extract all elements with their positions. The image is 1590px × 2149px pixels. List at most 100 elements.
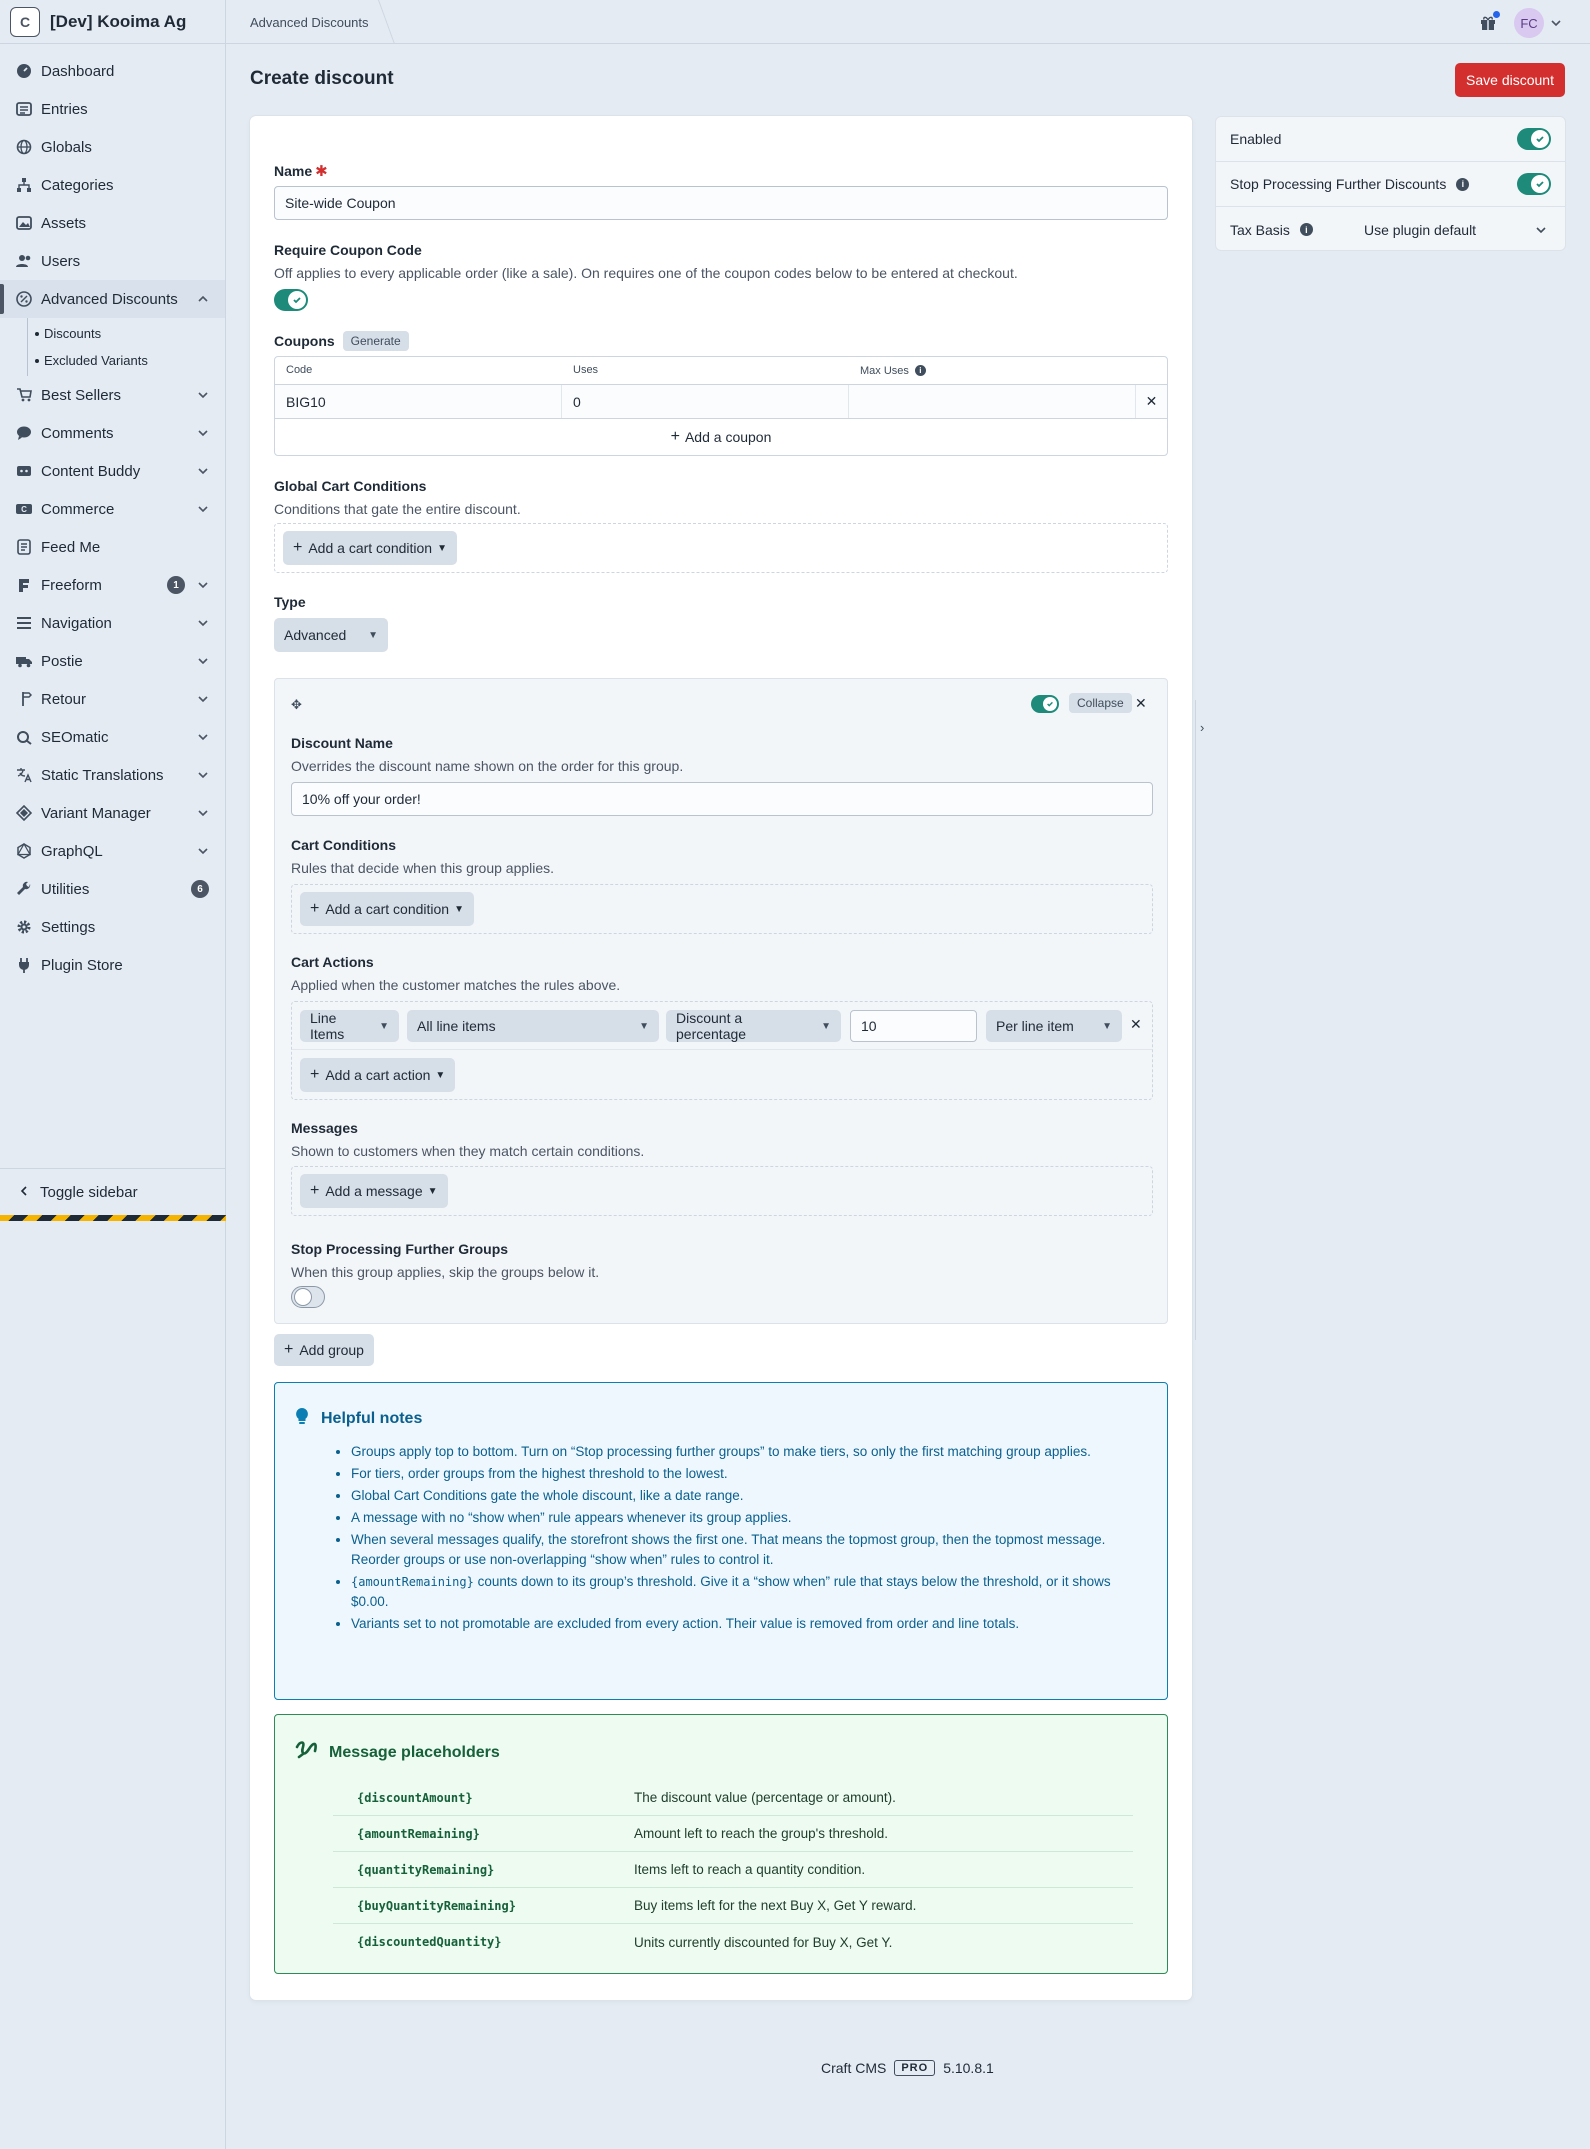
info-icon[interactable]: i [914, 365, 926, 376]
coupons-table: Code Uses Max Uses i BIG10 0 ✕ + Add a cou… [274, 356, 1168, 456]
generate-button[interactable]: Generate [342, 331, 409, 351]
action-target-select[interactable]: Line Items ▼ [300, 1010, 399, 1042]
coupons-label: Coupons [274, 333, 335, 349]
delete-row-icon[interactable]: ✕ [1136, 385, 1167, 418]
placeholder-key: {discountAmount} [357, 1790, 473, 1805]
tax-basis-select[interactable]: Use plugin default [1356, 214, 1555, 246]
nav-item-utilities[interactable]: Utilities 6 [0, 870, 225, 908]
nav-item-advanced-discounts[interactable]: Advanced Discounts [0, 280, 225, 318]
tax-basis-label: Tax Basis [1230, 221, 1290, 238]
translate-icon [16, 767, 32, 783]
nav-item-seomatic[interactable]: SEOmatic [0, 718, 225, 756]
coupon-code-cell[interactable]: BIG10 [275, 385, 562, 418]
breadcrumb-item[interactable]: Advanced Discounts [250, 15, 369, 30]
chevron-down-icon[interactable] [197, 693, 209, 705]
gift-icon[interactable] [1474, 9, 1502, 37]
nav-item-commerce[interactable]: C Commerce [0, 490, 225, 528]
action-per-select[interactable]: Per line item ▼ [986, 1010, 1122, 1042]
chevron-up-icon[interactable] [197, 293, 209, 305]
chevron-right-icon[interactable]: › [1200, 720, 1204, 735]
product-name: Craft CMS [821, 2060, 887, 2076]
nav-item-categories[interactable]: Categories [0, 166, 225, 204]
site-header[interactable]: C [Dev] Kooima Ag [0, 0, 225, 44]
global-conditions-area: + Add a cart condition ▼ [274, 523, 1168, 573]
chevron-down-icon[interactable] [197, 617, 209, 629]
action-scope-select[interactable]: All line items ▼ [407, 1010, 659, 1042]
nav-item-assets[interactable]: Assets [0, 204, 225, 242]
remove-group-icon[interactable]: ✕ [1135, 695, 1147, 712]
messages-instructions: Shown to customers when they match certa… [291, 1143, 645, 1159]
info-icon[interactable]: i [1299, 223, 1313, 236]
nav-item-navigation[interactable]: Navigation [0, 604, 225, 642]
collapse-button[interactable]: Collapse [1069, 693, 1132, 713]
action-kind-select[interactable]: Discount a percentage ▼ [666, 1010, 841, 1042]
breadcrumb[interactable]: Advanced Discounts [250, 0, 387, 44]
chevron-down-icon[interactable] [197, 503, 209, 515]
avatar[interactable]: FC [1514, 8, 1544, 38]
nav-item-dashboard[interactable]: Dashboard [0, 52, 225, 90]
nav-item-plugin-store[interactable]: Plugin Store [0, 946, 225, 984]
chevron-down-icon[interactable] [197, 731, 209, 743]
chevron-down-icon: ▼ [821, 1020, 831, 1032]
subnav-item-excluded-variants[interactable]: Excluded Variants [28, 347, 225, 374]
add-cart-condition-button[interactable]: + Add a cart condition ▼ [283, 531, 457, 565]
sitemap-icon [16, 177, 32, 193]
info-icon[interactable]: i [1456, 177, 1470, 191]
add-cart-action-button[interactable]: + Add a cart action ▼ [300, 1058, 456, 1092]
nav-item-postie[interactable]: Postie [0, 642, 225, 680]
add-message-button[interactable]: + Add a message ▼ [300, 1174, 448, 1208]
stop-discounts-toggle[interactable] [1517, 173, 1551, 195]
required-icon: ✱ [315, 163, 328, 180]
nav-item-users[interactable]: Users [0, 242, 225, 280]
group-enabled-toggle[interactable] [1031, 695, 1059, 713]
coupon-uses-cell[interactable]: 0 [562, 385, 849, 418]
chevron-down-icon[interactable] [197, 769, 209, 781]
discount-name-label: Discount Name [291, 735, 393, 751]
nav-item-retour[interactable]: Retour [0, 680, 225, 718]
nav-item-entries[interactable]: Entries [0, 90, 225, 128]
add-coupon-button[interactable]: + Add a coupon [275, 419, 1167, 455]
nav-item-freeform[interactable]: Freeform 1 [0, 566, 225, 604]
remove-action-icon[interactable]: ✕ [1130, 1016, 1142, 1033]
chevron-down-icon[interactable] [197, 845, 209, 857]
site-name[interactable]: [Dev] Kooima Ag [50, 12, 186, 32]
stop-discounts-label: Stop Processing Further Discounts [1230, 176, 1447, 192]
add-group-button[interactable]: + Add group [274, 1334, 374, 1366]
nav-item-static-translations[interactable]: Static Translations [0, 756, 225, 794]
chevron-down-icon[interactable] [1550, 17, 1562, 29]
coupons-table-header: Code Uses Max Uses i [275, 357, 1167, 385]
type-select[interactable]: Advanced ▼ [274, 618, 388, 652]
chevron-down-icon[interactable] [197, 655, 209, 667]
coupon-max-uses-cell[interactable] [849, 385, 1136, 418]
action-amount-input[interactable]: 10 [850, 1010, 977, 1042]
nav-item-variant-manager[interactable]: Variant Manager [0, 794, 225, 832]
stop-groups-toggle[interactable] [291, 1286, 325, 1308]
chevron-down-icon[interactable] [197, 807, 209, 819]
require-coupon-toggle[interactable] [274, 289, 308, 311]
column-header-code: Code [286, 364, 313, 376]
name-input[interactable]: Site-wide Coupon [274, 186, 1168, 220]
chevron-down-icon[interactable] [197, 465, 209, 477]
squiggle-icon [295, 1739, 319, 1766]
enabled-toggle[interactable] [1517, 128, 1551, 150]
nav-item-graphql[interactable]: GraphQL [0, 832, 225, 870]
add-cart-condition-button[interactable]: + Add a cart condition ▼ [300, 892, 474, 926]
global-cart-conditions-instructions: Conditions that gate the entire discount… [274, 501, 521, 517]
chevron-down-icon[interactable] [197, 427, 209, 439]
discount-name-instructions: Overrides the discount name shown on the… [291, 758, 684, 774]
nav-item-content-buddy[interactable]: Content Buddy [0, 452, 225, 490]
save-discount-button[interactable]: Save discount [1455, 63, 1565, 97]
discount-name-input[interactable]: 10% off your order! [291, 782, 1153, 816]
chevron-down-icon[interactable] [197, 389, 209, 401]
toggle-sidebar-button[interactable]: Toggle sidebar [0, 1168, 226, 1216]
subnav-item-discounts[interactable]: Discounts [28, 320, 225, 347]
details-pane-handle[interactable]: › [1195, 700, 1207, 1340]
nav-item-globals[interactable]: Globals [0, 128, 225, 166]
table-row: {buyQuantityRemaining} Buy items left for… [333, 1888, 1133, 1924]
nav-item-best-sellers[interactable]: Best Sellers [0, 376, 225, 414]
chevron-down-icon[interactable] [197, 579, 209, 591]
nav-item-feed-me[interactable]: Feed Me [0, 528, 225, 566]
nav-item-settings[interactable]: Settings [0, 908, 225, 946]
drag-handle-icon[interactable]: ✥ [291, 697, 302, 713]
nav-item-comments[interactable]: Comments [0, 414, 225, 452]
